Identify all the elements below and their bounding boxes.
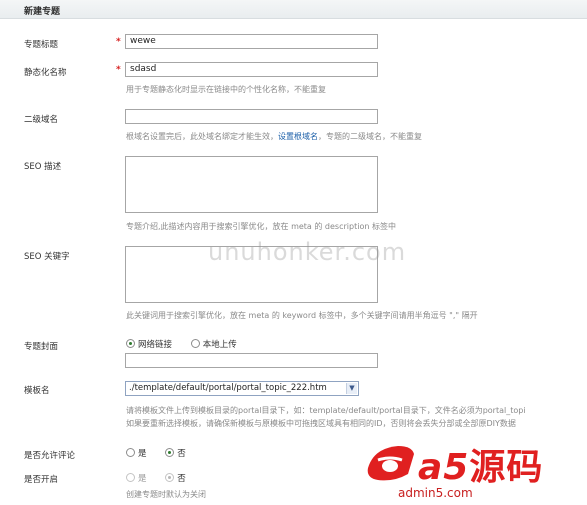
allow-comment-yes-label: 是	[138, 449, 147, 459]
allow-comment-no-radio[interactable]	[165, 448, 175, 457]
enabled-no-radio	[165, 473, 175, 482]
cover-local-label: 本地上传	[202, 340, 237, 350]
cover-local-radio[interactable]	[190, 339, 200, 348]
a5-logo-text: a5源码	[418, 438, 543, 490]
enabled-yes-label: 是	[138, 474, 147, 484]
template-hint-1: 请将模板文件上传到模板目录的portal目录下，如：template/defau…	[126, 406, 526, 415]
a5-logo-domain: admin5.com	[398, 486, 473, 500]
static-name-label: 静态化名称	[24, 68, 67, 78]
chevron-down-icon[interactable]: ▼	[346, 383, 357, 394]
enabled-hint: 创建专题时默认为关闭	[126, 490, 206, 499]
topic-form-page: 新建专题 专题标题 * wewe 静态化名称 * sdasd 用于专题静态化时显…	[0, 0, 587, 505]
a5-logo-cn: 源码	[469, 447, 544, 488]
enabled-radio-group: 是 否	[126, 472, 202, 484]
allow-comment-no-label: 否	[177, 449, 186, 459]
allow-comment-label: 是否允许评论	[24, 451, 76, 461]
subdomain-hint-suffix: ，专题的二级域名，不能重复	[318, 132, 422, 141]
allow-comment-radio-group: 是 否	[126, 447, 202, 459]
page-title: 新建专题	[24, 7, 61, 17]
form-header: 新建专题	[0, 0, 587, 19]
enabled-yes-option: 是	[126, 472, 147, 484]
subdomain-hint-prefix: 根域名设置完后，此处域名绑定才能生效，	[126, 132, 278, 141]
enabled-label: 是否开启	[24, 475, 59, 485]
allow-comment-yes-radio[interactable]	[126, 448, 135, 457]
seo-keywords-label: SEO 关键字	[24, 252, 70, 262]
enabled-yes-radio	[126, 473, 135, 482]
template-selected-value: ./template/default/portal/portal_topic_2…	[129, 383, 327, 393]
allow-comment-no-option[interactable]: 否	[165, 447, 186, 459]
cover-local-option[interactable]: 本地上传	[190, 338, 237, 350]
set-root-domain-link[interactable]: 设置根域名	[278, 132, 318, 141]
a5-logo: a5源码 admin5.com	[358, 432, 587, 505]
enabled-no-label: 否	[177, 474, 186, 484]
static-name-required-mark: *	[116, 65, 121, 75]
cover-label: 专题封面	[24, 342, 59, 352]
seo-desc-textarea[interactable]	[125, 156, 378, 213]
title-required-mark: *	[116, 37, 121, 47]
enabled-no-option: 否	[165, 472, 186, 484]
title-input[interactable]: wewe	[125, 34, 378, 49]
subdomain-hint: 根域名设置完后，此处域名绑定才能生效，设置根域名，专题的二级域名，不能重复	[126, 131, 422, 142]
cover-web-option[interactable]: 网络链接	[126, 338, 172, 350]
allow-comment-yes-option[interactable]: 是	[126, 447, 147, 459]
seo-keywords-hint: 此关键词用于搜索引擎优化，放在 meta 的 keyword 标签中，多个关键字…	[126, 311, 478, 320]
subdomain-input[interactable]	[125, 109, 378, 124]
watermark-text: unuhonker.com	[208, 238, 407, 266]
a5-logo-mark: a5	[418, 447, 470, 488]
cover-web-radio[interactable]	[126, 339, 135, 348]
template-label: 模板名	[24, 386, 50, 396]
seo-desc-label: SEO 描述	[24, 162, 62, 172]
template-select[interactable]: ./template/default/portal/portal_topic_2…	[125, 381, 359, 396]
cover-web-label: 网络链接	[138, 340, 173, 350]
subdomain-label: 二级域名	[24, 115, 59, 125]
template-hint-2: 如果要重新选择模板，请确保新模板与原模板中可拖拽区域具有相同的ID，否则将会丢失…	[126, 419, 516, 428]
seo-desc-hint: 专题介绍,此描述内容用于搜索引擎优化，放在 meta 的 description…	[126, 222, 396, 231]
cover-url-input[interactable]	[125, 353, 378, 368]
static-name-input[interactable]: sdasd	[125, 62, 378, 77]
title-label: 专题标题	[24, 40, 59, 50]
static-name-hint: 用于专题静态化时显示在链接中的个性化名称，不能重复	[126, 85, 326, 94]
cover-source-radio-group: 网络链接 本地上传	[126, 338, 253, 350]
